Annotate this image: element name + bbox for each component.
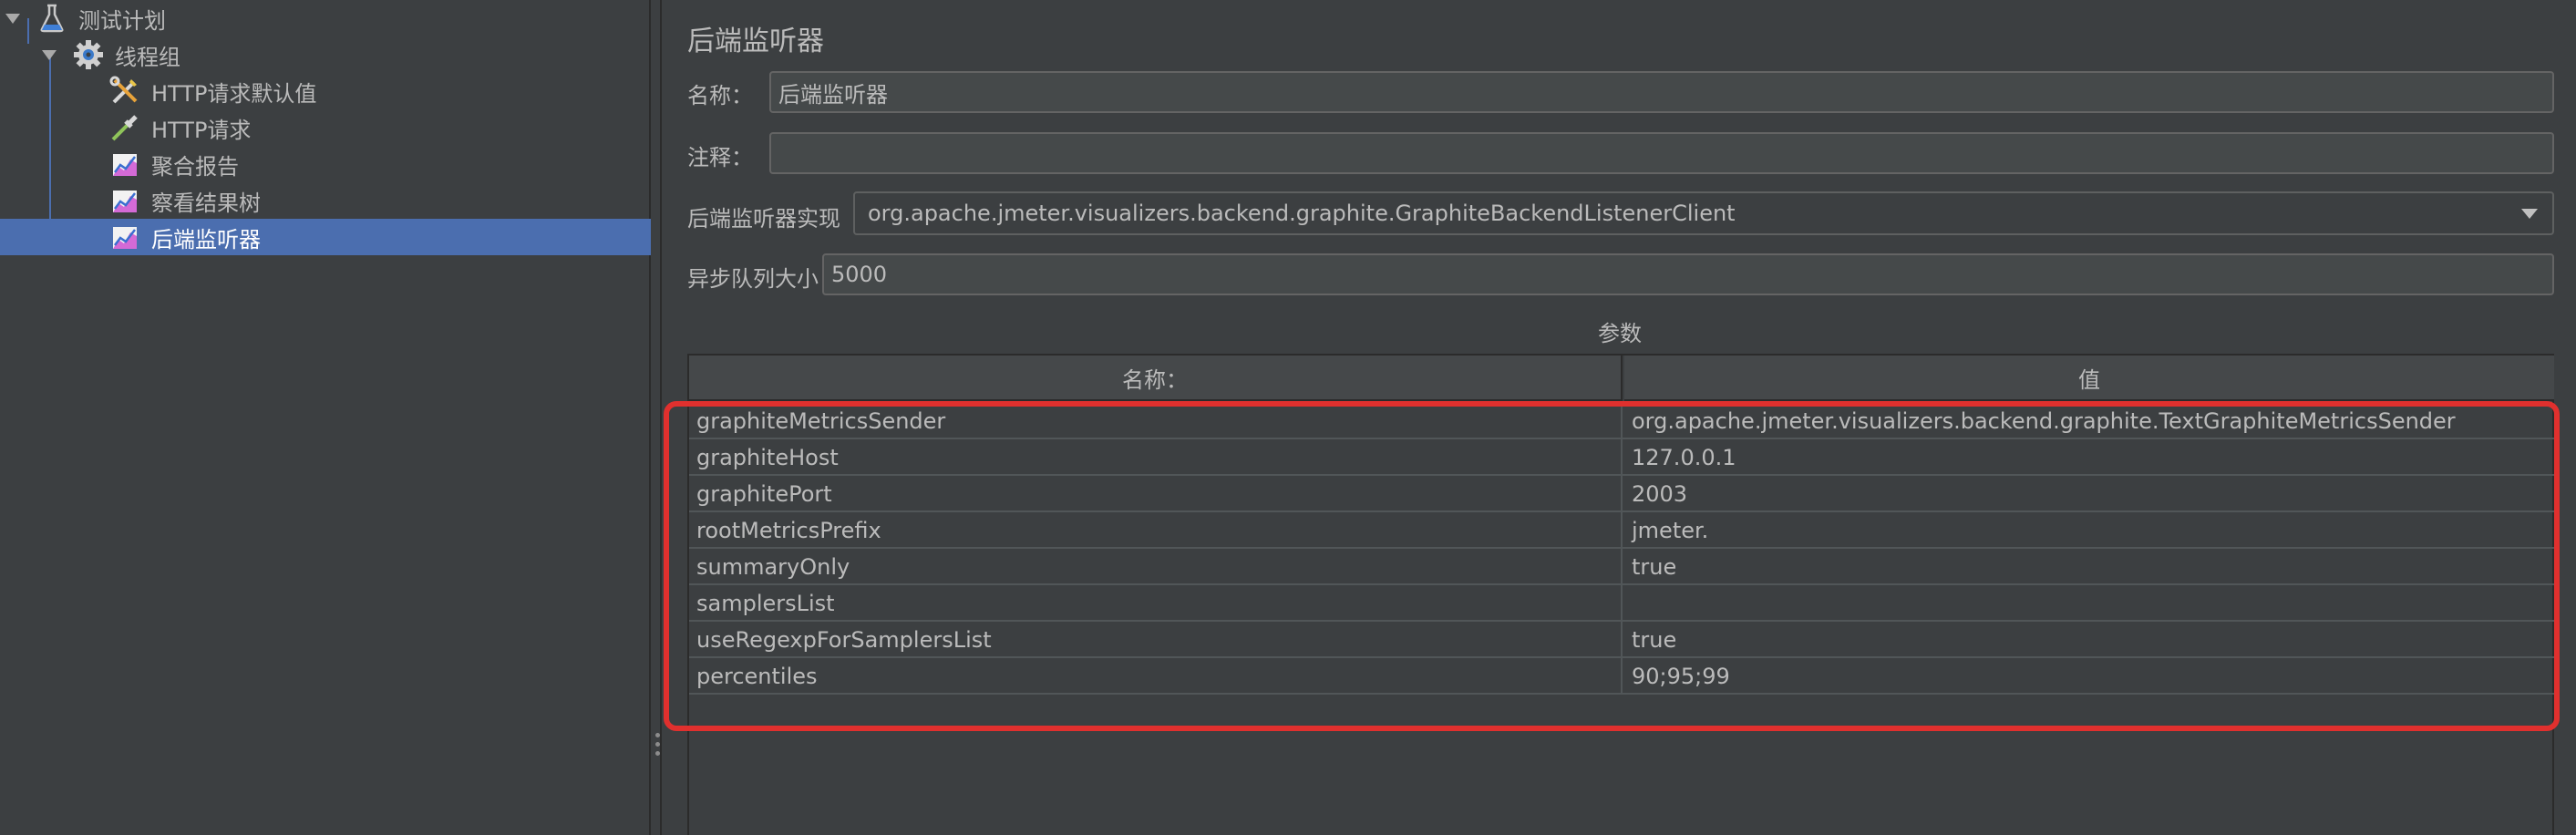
tree-item-label: HTTP请求	[151, 117, 252, 143]
table-row[interactable]: percentiles 90;95;99	[689, 658, 2554, 695]
table-row[interactable]: summaryOnly true	[689, 549, 2554, 585]
splitter-grip-icon	[655, 733, 660, 737]
tree-item-http-request[interactable]: HTTP请求	[0, 109, 651, 146]
flask-icon	[40, 4, 64, 33]
graph-report-icon	[113, 154, 137, 176]
panel-splitter[interactable]	[653, 0, 662, 835]
expand-toggle-icon[interactable]	[42, 50, 57, 60]
parameters-title: 参数	[1598, 321, 1642, 346]
table-row[interactable]: graphitePort 2003	[689, 476, 2554, 512]
param-name-cell[interactable]: rootMetricsPrefix	[689, 512, 1623, 549]
table-row[interactable]: graphiteHost 127.0.0.1	[689, 439, 2554, 476]
tree-item-label: 测试计划	[78, 7, 166, 34]
tree-item-view-results-tree[interactable]: 察看结果树	[0, 182, 651, 219]
column-header-name[interactable]: 名称：	[689, 356, 1623, 401]
gear-icon	[74, 40, 103, 69]
param-value-cell[interactable]: true	[1624, 622, 2554, 658]
test-plan-tree[interactable]: 测试计划 线程组 HTTP请求默认值 HTTP请求 聚合报告 察看结果树 后端监…	[0, 0, 651, 835]
wrench-screwdriver-icon	[109, 76, 138, 104]
queue-size-field[interactable]: 5000	[822, 253, 2554, 295]
param-name-cell[interactable]: percentiles	[689, 658, 1623, 695]
parameters-table[interactable]: 名称： 值 graphiteMetricsSender org.apache.j…	[687, 354, 2554, 835]
param-name-cell[interactable]: graphiteHost	[689, 439, 1623, 476]
tree-item-label: HTTP请求默认值	[151, 80, 317, 107]
page-title: 后端监听器	[687, 26, 824, 57]
param-name-cell[interactable]: samplersList	[689, 585, 1623, 622]
splitter-grip-icon	[655, 742, 660, 747]
comment-label: 注释：	[687, 145, 753, 170]
backend-listener-panel: 后端监听器 名称： 后端监听器 注释： 后端监听器实现 org.apache.j…	[664, 0, 2576, 835]
implementation-label: 后端监听器实现	[687, 206, 840, 232]
chevron-down-icon	[2521, 209, 2538, 219]
param-name-cell[interactable]: graphitePort	[689, 476, 1623, 512]
param-name-cell[interactable]: graphiteMetricsSender	[689, 403, 1623, 439]
name-label: 名称：	[687, 83, 753, 108]
comment-field[interactable]	[769, 132, 2554, 174]
tree-item-test-plan[interactable]: 测试计划	[0, 0, 651, 36]
implementation-select[interactable]: org.apache.jmeter.visualizers.backend.gr…	[853, 191, 2554, 235]
param-name-cell[interactable]: useRegexpForSamplersList	[689, 622, 1623, 658]
queue-size-field-value: 5000	[831, 262, 888, 287]
tree-item-label: 聚合报告	[151, 153, 239, 180]
param-value-cell[interactable]: jmeter.	[1624, 512, 2554, 549]
name-field[interactable]: 后端监听器	[769, 71, 2554, 113]
tree-item-thread-group[interactable]: 线程组	[0, 36, 651, 73]
table-row[interactable]: samplersList	[689, 585, 2554, 622]
table-row[interactable]: rootMetricsPrefix jmeter.	[689, 512, 2554, 549]
table-row[interactable]: useRegexpForSamplersList true	[689, 622, 2554, 658]
queue-size-label: 异步队列大小	[687, 266, 819, 292]
graph-report-icon	[113, 227, 137, 249]
param-name-cell[interactable]: summaryOnly	[689, 549, 1623, 585]
param-value-cell[interactable]: true	[1624, 549, 2554, 585]
splitter-grip-icon	[655, 751, 660, 756]
implementation-select-value: org.apache.jmeter.visualizers.backend.gr…	[868, 201, 1736, 226]
param-value-cell[interactable]: 90;95;99	[1624, 658, 2554, 695]
graph-report-icon	[113, 191, 137, 212]
param-value-cell[interactable]	[1624, 585, 2554, 622]
param-value-cell[interactable]: org.apache.jmeter.visualizers.backend.gr…	[1624, 403, 2554, 439]
column-header-value[interactable]: 值	[1624, 356, 2554, 401]
tree-item-label: 察看结果树	[151, 190, 261, 216]
tree-item-label: 后端监听器	[151, 226, 261, 253]
tree-item-label: 线程组	[115, 44, 180, 70]
expand-toggle-icon[interactable]	[5, 14, 20, 24]
param-value-cell[interactable]: 127.0.0.1	[1624, 439, 2554, 476]
table-row[interactable]: graphiteMetricsSender org.apache.jmeter.…	[689, 403, 2554, 439]
name-field-value: 后端监听器	[778, 81, 888, 108]
param-value-cell[interactable]: 2003	[1624, 476, 2554, 512]
tree-item-http-defaults[interactable]: HTTP请求默认值	[0, 73, 651, 109]
tree-item-backend-listener[interactable]: 后端监听器	[0, 219, 651, 255]
pipette-icon	[111, 115, 138, 141]
tree-item-aggregate-report[interactable]: 聚合报告	[0, 146, 651, 182]
